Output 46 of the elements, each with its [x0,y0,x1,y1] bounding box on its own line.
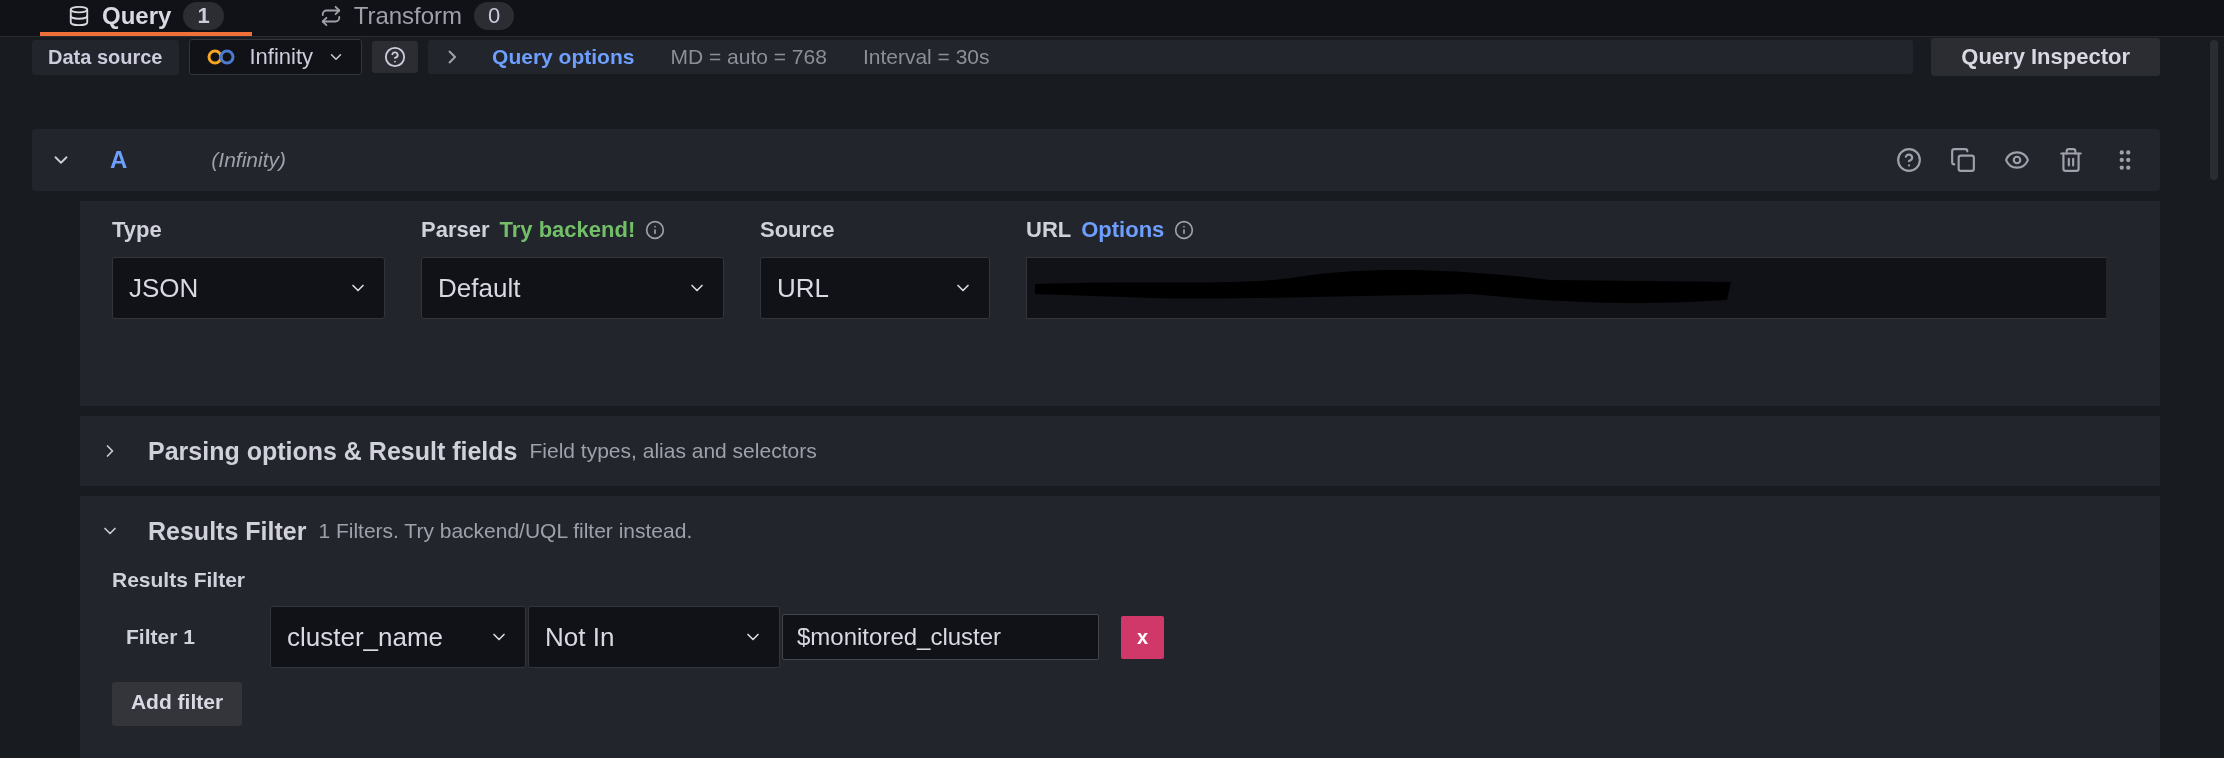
help-button[interactable] [372,41,419,73]
query-inspector-button[interactable]: Query Inspector [1931,38,2160,76]
section-description: 1 Filters. Try backend/UQL filter instead. [318,519,693,543]
interval-text: Interval = 30s [862,45,990,69]
chevron-right-icon [448,50,457,64]
select-field[interactable]: JSON [112,257,385,319]
url-field[interactable] [1026,257,2106,319]
transform-icon [319,5,342,27]
select-field[interactable]: URL [760,257,990,319]
query-options-link[interactable]: Query options [492,45,635,69]
select-field[interactable]: cluster_name [270,606,526,668]
add-filter-button[interactable]: Add filter [112,682,242,726]
count-badge: 0 [474,2,515,30]
select-field[interactable]: Not In [528,606,780,668]
filter-value-input[interactable]: $monitored_cluster [782,614,1099,660]
tab-label: Query [102,2,172,30]
copy-icon[interactable] [1950,147,1976,173]
section-description: Field types, alias and selectors [529,439,817,463]
field-label: Source [760,217,835,243]
help-icon[interactable] [1896,147,1922,173]
max-data-points: MD = auto = 768 [670,45,827,69]
trash-icon[interactable] [2058,147,2084,173]
help-icon [384,46,407,68]
field-label: URL [1026,217,1072,243]
filter-label: Filter 1 [125,625,196,649]
count-badge: 1 [183,2,224,30]
tab-label: Transform [353,2,463,30]
data-source-select[interactable]: Infinity [188,39,363,75]
section-title: Parsing options & Result fields [148,436,518,466]
query-options-bar[interactable]: Query options MD = auto = 768 Interval = 30s [428,40,1914,74]
datasource-name: (Infinity) [211,148,288,172]
database-icon [68,5,90,27]
query-ref: A [110,146,128,174]
filter-heading: Results Filter [112,568,247,592]
infinity-logo-icon [205,49,236,65]
section-header[interactable]: Results Filter 1 Filters. Try backend/UQL filter instead. [80,496,2160,566]
tab[interactable]: Transform 0 [291,0,543,36]
select-field[interactable]: Default [421,257,724,319]
try-backend-hint: Try backend! [499,217,636,243]
field-label: Parser [421,217,490,243]
data-source-label: Data source [32,39,179,75]
section-title: Results Filter [148,516,307,546]
field-label: Type [112,217,162,243]
section-header[interactable]: Parsing options & Result fields Field types, alias and selectors [80,416,2160,486]
options-link[interactable]: Options [1081,217,1165,243]
remove-filter-button[interactable]: x [1121,615,1164,659]
